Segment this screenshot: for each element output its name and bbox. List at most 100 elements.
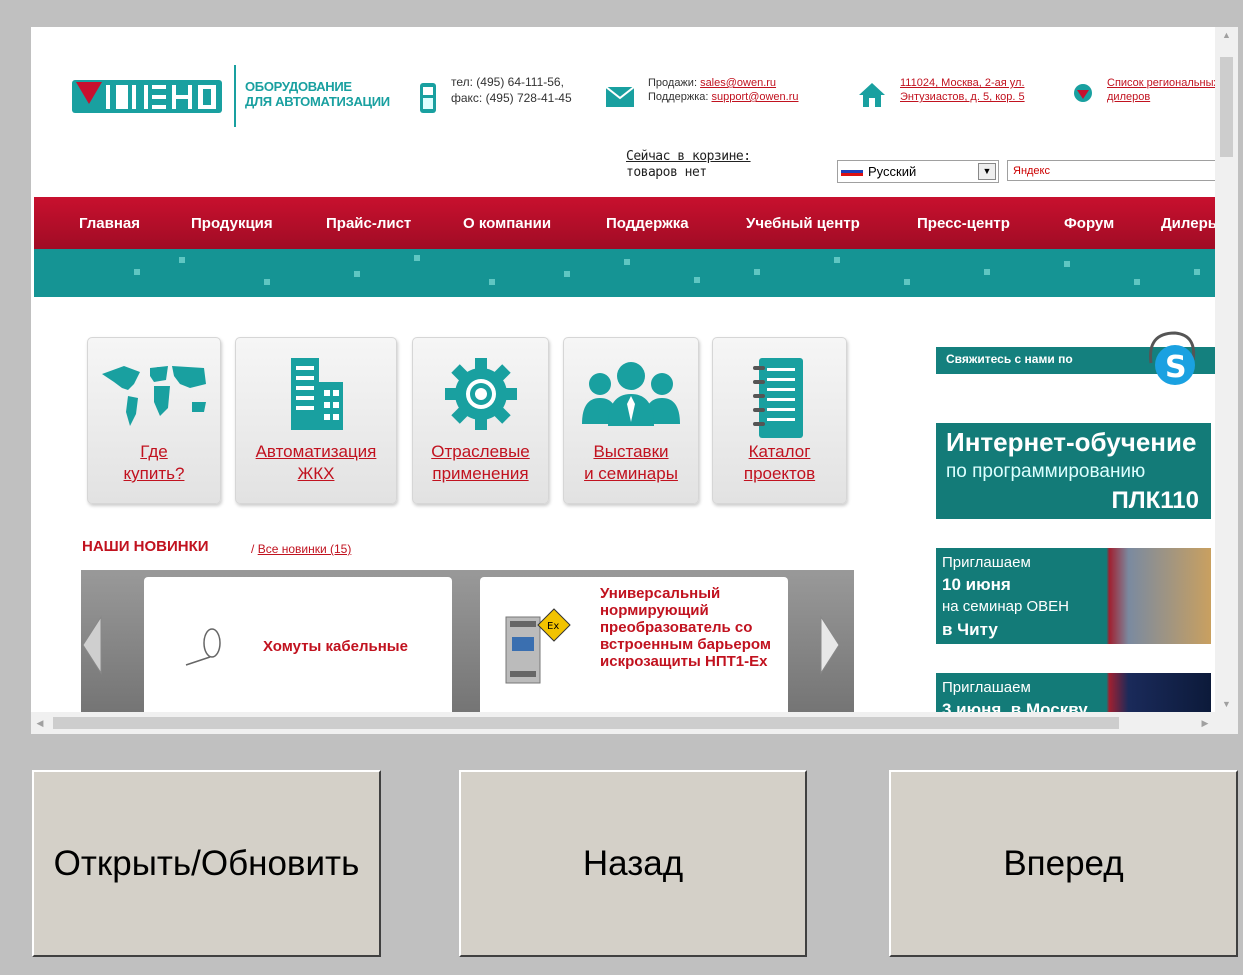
- logo-divider: [234, 65, 236, 127]
- news-card[interactable]: Ex Универсальный нормирующий преобразова…: [480, 577, 788, 734]
- svg-text:S: S: [1165, 350, 1187, 385]
- tile-label-line2: и семинары: [584, 464, 678, 483]
- scroll-left-icon[interactable]: ◀: [31, 712, 49, 734]
- vertical-scroll-thumb[interactable]: [1220, 57, 1233, 157]
- address-block: 111024, Москва, 2-ая ул. Энтузиастов, д.…: [900, 76, 1025, 104]
- forward-button[interactable]: Вперед: [889, 770, 1238, 957]
- decorative-band: [34, 249, 1215, 297]
- chevron-down-icon[interactable]: ▼: [978, 163, 996, 180]
- nav-item-pricelist[interactable]: Прайс-лист: [326, 215, 411, 232]
- tile-label-line2: купить?: [123, 464, 185, 483]
- nav-item-dealers[interactable]: Дилеры: [1161, 215, 1215, 232]
- phone-text: тел: (495) 64-111-56,: [451, 75, 564, 89]
- buildings-icon: [291, 358, 343, 430]
- vertical-scrollbar[interactable]: ▲ ▼: [1215, 27, 1238, 712]
- russia-flag-icon: [841, 167, 863, 176]
- tile-label-line1: Выставки: [593, 442, 669, 461]
- cable-tie-image: [185, 628, 221, 666]
- cart-value: товаров нет: [626, 165, 707, 180]
- banner-title: Интернет-обучение: [946, 427, 1197, 457]
- location-pin-icon: [1074, 84, 1092, 102]
- address-link-line2[interactable]: Энтузиастов, д. 5, кор. 5: [900, 91, 1025, 103]
- phone-icon: [420, 83, 436, 113]
- nav-item-support[interactable]: Поддержка: [606, 215, 689, 232]
- back-button[interactable]: Назад: [459, 770, 807, 957]
- support-email-link[interactable]: support@owen.ru: [712, 91, 799, 103]
- language-select[interactable]: Русский ▼: [837, 160, 999, 183]
- chevron-right-icon[interactable]: [819, 615, 841, 675]
- svg-text:?: ?: [156, 366, 161, 377]
- tile-label-line1: Автоматизация: [255, 442, 377, 461]
- search-input[interactable]: Яндекс: [1007, 160, 1215, 181]
- chevron-left-icon[interactable]: [81, 615, 103, 675]
- banner-subtitle: по программированию: [946, 461, 1146, 482]
- scroll-down-icon[interactable]: ▼: [1215, 696, 1238, 712]
- banner-date: 10 июня: [942, 575, 1011, 594]
- support-label: Поддержка:: [648, 91, 712, 103]
- banner-online-training[interactable]: Интернет-обучение по программированию ПЛ…: [936, 423, 1211, 519]
- nav-item-training[interactable]: Учебный центр: [746, 215, 860, 232]
- fax-text: факс: (495) 728-41-45: [451, 91, 572, 105]
- tile-label-line2: ЖКХ: [297, 464, 335, 483]
- tile-industry-applications[interactable]: Отраслевые применения: [412, 337, 549, 504]
- all-news-link[interactable]: Все новинки (15): [258, 542, 352, 556]
- browser-viewport[interactable]: ОБОРУДОВАНИЕ ДЛЯ АВТОМАТИЗАЦИИ тел: (495…: [31, 27, 1215, 734]
- horizontal-scrollbar[interactable]: ◀ ▶: [31, 712, 1238, 734]
- mail-icon: [606, 87, 634, 107]
- banner-event: на семинар ОВЕН: [942, 598, 1069, 615]
- tile-label-line1: Отраслевые: [431, 442, 530, 461]
- skype-text: Свяжитесь с нами по: [946, 352, 1073, 366]
- converter-image: Ex: [505, 608, 571, 684]
- nav-item-press[interactable]: Пресс-центр: [917, 215, 1010, 232]
- gear-icon: [444, 358, 517, 430]
- nav-item-about[interactable]: О компании: [463, 215, 551, 232]
- banner-invite: Приглашаем: [942, 554, 1031, 571]
- tile-housing-automation[interactable]: Автоматизация ЖКХ: [235, 337, 397, 504]
- news-card[interactable]: Хомуты кабельные: [144, 577, 452, 734]
- banner-chita-seminar[interactable]: Приглашаем 10 июня на семинар ОВЕН в Чит…: [936, 548, 1211, 644]
- nav-item-forum[interactable]: Форум: [1064, 215, 1114, 232]
- svg-text:Ex: Ex: [547, 621, 559, 632]
- banner-invite: Приглашаем: [942, 679, 1031, 696]
- dealers-link[interactable]: Список региональных: [1107, 77, 1215, 89]
- tile-label-line2: проектов: [743, 464, 816, 483]
- dealers-block: Список региональных дилеров: [1107, 76, 1215, 104]
- dealers-link-line2[interactable]: дилеров: [1107, 91, 1150, 103]
- tile-label-line1: Каталог: [748, 442, 811, 461]
- tile-where-to-buy[interactable]: ? Где купить?: [87, 337, 221, 504]
- tile-project-catalog[interactable]: Каталог проектов: [712, 337, 847, 504]
- tagline: ОБОРУДОВАНИЕ ДЛЯ АВТОМАТИЗАЦИИ: [245, 79, 390, 109]
- open-refresh-button[interactable]: Открыть/Обновить: [32, 770, 381, 957]
- news-separator: /: [251, 542, 255, 556]
- news-all-block: / Все новинки (15): [251, 542, 351, 556]
- people-icon: [582, 362, 680, 426]
- sales-label: Продажи:: [648, 77, 701, 89]
- news-carousel: Хомуты кабельные Ex Универсальный нормир…: [81, 570, 854, 734]
- home-icon: [859, 83, 885, 107]
- scroll-right-icon[interactable]: ▶: [1196, 712, 1214, 734]
- cart-title-link[interactable]: Сейчас в корзине:: [626, 149, 751, 165]
- skype-icon[interactable]: S: [1141, 327, 1201, 387]
- nav-item-home[interactable]: Главная: [79, 215, 140, 232]
- sales-email-link[interactable]: sales@owen.ru: [700, 77, 776, 89]
- phone-block: тел: (495) 64-111-56, факс: (495) 728-41…: [451, 74, 572, 106]
- nav-item-products[interactable]: Продукция: [191, 215, 273, 232]
- cart-status: Сейчас в корзине: товаров нет: [626, 149, 751, 181]
- tile-label-line2: применения: [432, 464, 529, 483]
- banner-city: в Читу: [942, 620, 998, 639]
- horizontal-scroll-thumb[interactable]: [53, 717, 1119, 729]
- news-title[interactable]: Универсальный нормирующий преобразовател…: [600, 585, 780, 670]
- owen-logo[interactable]: [72, 74, 222, 118]
- scroll-up-icon[interactable]: ▲: [1215, 27, 1238, 43]
- world-map-icon: ?: [102, 366, 206, 426]
- news-title[interactable]: Хомуты кабельные: [263, 638, 408, 655]
- tagline-line2: ДЛЯ АВТОМАТИЗАЦИИ: [245, 94, 390, 109]
- address-link[interactable]: 111024, Москва, 2-ая ул.: [900, 77, 1025, 89]
- main-nav: Главная Продукция Прайс-лист О компании …: [34, 197, 1215, 249]
- news-heading: НАШИ НОВИНКИ: [82, 538, 209, 555]
- notebook-icon: [752, 358, 803, 438]
- banner-plk: ПЛК110: [1111, 487, 1199, 514]
- tagline-line1: ОБОРУДОВАНИЕ: [245, 79, 352, 94]
- email-block: Продажи: sales@owen.ru Поддержка: suppor…: [648, 76, 799, 104]
- tile-exhibitions[interactable]: Выставки и семинары: [563, 337, 699, 504]
